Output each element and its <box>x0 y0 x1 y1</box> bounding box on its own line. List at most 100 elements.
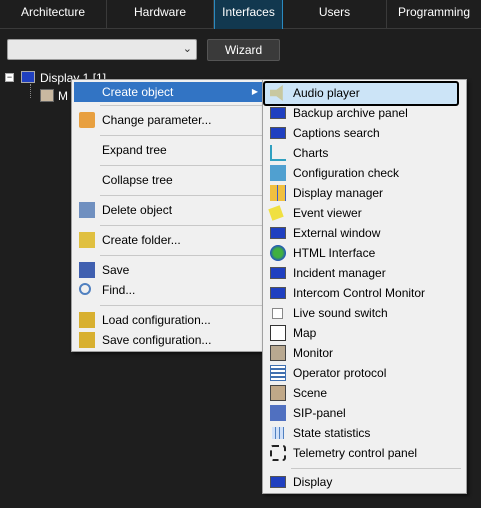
menu-item-save-configuration[interactable]: Save configuration... <box>74 330 264 350</box>
menu-item-label: Map <box>293 326 317 340</box>
submenu-item-charts[interactable]: Charts <box>265 143 465 163</box>
menu-item-label: Save configuration... <box>102 333 212 347</box>
menu-item-label: Display manager <box>293 186 384 200</box>
submenu-item-telemetry-control-panel[interactable]: Telemetry control panel <box>265 443 465 463</box>
menu-item-label: Create folder... <box>102 233 181 247</box>
menu-item-label: Collapse tree <box>102 173 173 187</box>
menu-item-create-object[interactable]: Create object ▶ <box>74 82 264 102</box>
monitor-icon <box>270 476 286 488</box>
menu-item-label: Live sound switch <box>293 306 388 320</box>
menu-item-label: Configuration check <box>293 166 400 180</box>
tree-connector <box>30 84 31 98</box>
monitor-icon <box>270 227 286 239</box>
menu-item-label: Scene <box>293 386 328 400</box>
menu-item-label: Charts <box>293 146 329 160</box>
menu-item-label: Event viewer <box>293 206 362 220</box>
globe-icon <box>270 245 286 261</box>
submenu-item-audio-player[interactable]: Audio player <box>265 83 458 103</box>
tab-interfaces[interactable]: Interfaces <box>214 0 283 29</box>
menu-item-label: Expand tree <box>102 143 167 157</box>
submenu-item-live-sound-switch[interactable]: Live sound switch <box>265 303 465 323</box>
folder-icon <box>79 312 95 328</box>
list-icon <box>270 365 286 381</box>
folder-save-icon <box>79 332 95 348</box>
menu-item-label: External window <box>293 226 381 240</box>
menu-separator <box>291 468 461 469</box>
menu-separator <box>100 105 262 106</box>
monitor-icon <box>270 287 286 299</box>
submenu-item-intercom-control-monitor[interactable]: Intercom Control Monitor <box>265 283 465 303</box>
menu-item-label: Audio player <box>293 86 360 100</box>
submenu-item-html-interface[interactable]: HTML Interface <box>265 243 465 263</box>
submenu-item-sip-panel[interactable]: SIP-panel <box>265 403 465 423</box>
menu-item-collapse-tree[interactable]: Collapse tree <box>74 170 264 190</box>
submenu-item-display[interactable]: Display <box>265 472 465 492</box>
submenu-item-backup-archive-panel[interactable]: Backup archive panel <box>265 103 465 123</box>
menu-item-label: Find... <box>102 283 136 297</box>
tree-collapse-toggle[interactable]: − <box>5 73 14 82</box>
submenu-item-captions-search[interactable]: Captions search <box>265 123 465 143</box>
object-combo[interactable]: ⌄ <box>7 39 197 60</box>
menu-item-save[interactable]: Save <box>74 260 264 280</box>
tab-bar: Architecture Hardware Interfaces Users P… <box>0 0 481 29</box>
submenu-item-incident-manager[interactable]: Incident manager <box>265 263 465 283</box>
menu-item-change-parameter[interactable]: Change parameter... <box>74 110 264 130</box>
wizard-button[interactable]: Wizard <box>207 39 280 61</box>
menu-item-label: Telemetry control panel <box>293 446 418 460</box>
map-icon <box>270 325 286 341</box>
menu-item-label: Monitor <box>293 346 334 360</box>
chevron-down-icon[interactable]: ⌄ <box>183 42 192 55</box>
context-menu: Create object ▶ Change parameter... Expa… <box>71 79 267 352</box>
menu-item-label: Backup archive panel <box>293 106 408 120</box>
submenu-item-display-manager[interactable]: Display manager <box>265 183 465 203</box>
delete-icon <box>79 202 95 218</box>
sip-icon <box>270 405 286 421</box>
table-icon <box>272 427 284 439</box>
menu-item-expand-tree[interactable]: Expand tree <box>74 140 264 160</box>
menu-item-label: State statistics <box>293 426 371 440</box>
menu-separator <box>100 165 262 166</box>
menu-separator <box>100 305 262 306</box>
note-icon <box>268 205 284 221</box>
menu-item-find[interactable]: Find... <box>74 280 264 300</box>
menu-separator <box>100 195 262 196</box>
tab-architecture[interactable]: Architecture <box>0 0 107 29</box>
tab-hardware[interactable]: Hardware <box>107 0 214 29</box>
monitor-icon <box>270 267 286 279</box>
submenu-item-external-window[interactable]: External window <box>265 223 465 243</box>
submenu-item-event-viewer[interactable]: Event viewer <box>265 203 465 223</box>
monitor-icon <box>270 127 286 139</box>
submenu-item-scene[interactable]: Scene <box>265 383 465 403</box>
submenu-item-configuration-check[interactable]: Configuration check <box>265 163 465 183</box>
display-icon <box>21 71 35 83</box>
person-icon <box>270 385 286 401</box>
chart-icon <box>270 145 286 161</box>
menu-item-label: Display <box>293 475 333 489</box>
menu-item-create-folder[interactable]: Create folder... <box>74 230 264 250</box>
magnifier-icon <box>79 283 91 295</box>
submenu-item-state-statistics[interactable]: State statistics <box>265 423 465 443</box>
menu-item-label: Save <box>102 263 130 277</box>
menu-item-delete-object[interactable]: Delete object <box>74 200 264 220</box>
submenu-item-monitor[interactable]: Monitor <box>265 343 465 363</box>
speaker-icon <box>270 85 283 101</box>
target-icon <box>270 445 286 461</box>
tab-programming[interactable]: Programming <box>387 0 481 29</box>
switch-icon <box>272 308 283 319</box>
grid-icon <box>270 185 286 201</box>
menu-item-label: Operator protocol <box>293 366 387 380</box>
tab-users[interactable]: Users <box>283 0 387 29</box>
submenu-arrow-icon: ▶ <box>251 87 258 96</box>
menu-item-label: Intercom Control Monitor <box>293 286 426 300</box>
menu-item-load-configuration[interactable]: Load configuration... <box>74 310 264 330</box>
menu-item-label: Load configuration... <box>102 313 211 327</box>
menu-separator <box>100 255 262 256</box>
menu-item-label: Change parameter... <box>102 113 212 127</box>
menu-item-label: HTML Interface <box>293 246 376 260</box>
tree-child-label[interactable]: M <box>58 89 68 103</box>
monitor-camera-icon <box>40 89 54 102</box>
submenu-item-map[interactable]: Map <box>265 323 465 343</box>
submenu-item-operator-protocol[interactable]: Operator protocol <box>265 363 465 383</box>
wrench-icon <box>79 112 95 128</box>
camera-icon <box>270 345 286 361</box>
